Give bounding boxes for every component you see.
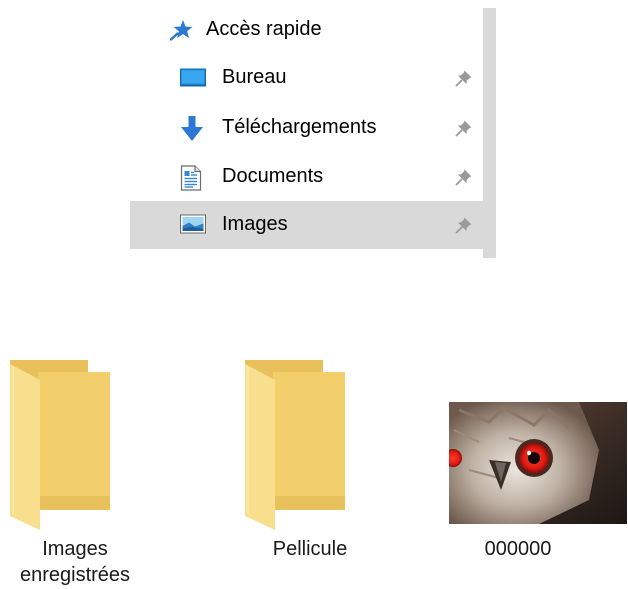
downloads-arrow-icon	[180, 116, 204, 141]
nav-item-telechargements[interactable]: Téléchargements	[130, 104, 483, 152]
folder-name: Images enregistrées	[19, 538, 131, 586]
nav-item-label: Images	[222, 213, 288, 235]
pin-icon[interactable]	[455, 216, 473, 234]
nav-item-images[interactable]: Images	[130, 201, 483, 249]
file-name: 000000	[484, 538, 552, 560]
quick-access-star-icon	[169, 18, 194, 42]
pin-icon[interactable]	[455, 168, 473, 186]
folder-icon	[235, 350, 385, 530]
documents-icon	[180, 165, 204, 191]
nav-item-label: Téléchargements	[222, 116, 377, 138]
nav-item-label: Accès rapide	[206, 18, 322, 40]
nav-item-label: Documents	[222, 165, 324, 187]
navigation-pane-scrollbar[interactable]	[483, 8, 496, 258]
folder-tile[interactable]: Images enregistrées	[0, 350, 150, 589]
pin-icon[interactable]	[455, 119, 473, 137]
nav-item-bureau[interactable]: Bureau	[130, 54, 483, 102]
folder-icon	[0, 350, 150, 530]
file-explorer-window: Accès rapide Bureau Téléchargements Docu…	[0, 0, 628, 589]
folder-tile[interactable]: Pellicule	[235, 350, 385, 589]
pictures-icon	[180, 213, 206, 237]
image-thumbnail	[444, 350, 627, 530]
nav-item-label: Bureau	[222, 66, 287, 88]
folder-name: Pellicule	[272, 538, 348, 560]
nav-item-documents[interactable]: Documents	[130, 153, 483, 201]
image-file-tile[interactable]: 000000	[444, 350, 627, 589]
desktop-icon	[180, 66, 206, 90]
nav-item-quick-access[interactable]: Accès rapide	[130, 6, 483, 54]
pin-icon[interactable]	[455, 69, 473, 87]
